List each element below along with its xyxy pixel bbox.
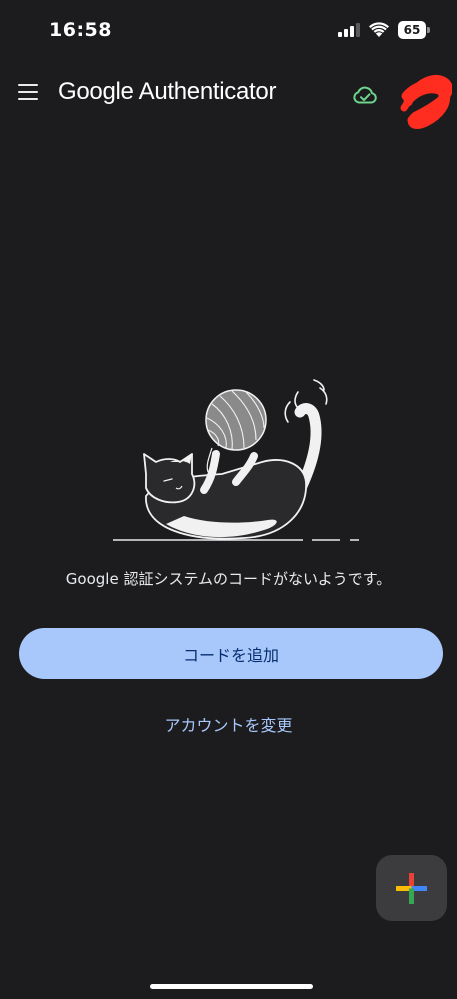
cellular-signal-icon (338, 23, 360, 37)
avatar[interactable] (398, 72, 452, 130)
wifi-icon (369, 22, 389, 37)
app-bar: Google Authenticator (0, 62, 457, 129)
google-plus-icon (396, 873, 427, 904)
add-code-button[interactable]: コードを追加 (19, 628, 443, 679)
home-indicator (150, 984, 313, 989)
add-fab-button[interactable] (376, 855, 447, 921)
switch-account-link[interactable]: アカウントを変更 (0, 712, 457, 736)
menu-icon[interactable] (18, 84, 38, 100)
status-time: 16:58 (49, 19, 112, 41)
app-title: Google Authenticator (58, 78, 277, 105)
cat-with-yarn-illustration (113, 379, 359, 541)
battery-level: 65 (403, 23, 421, 37)
battery-tip (427, 27, 430, 33)
empty-state-message: Google 認証システムのコードがないようです。 (65, 570, 392, 588)
cloud-sync-icon[interactable] (352, 86, 378, 104)
status-bar: 16:58 65 (0, 0, 457, 60)
battery-icon: 65 (398, 21, 431, 39)
